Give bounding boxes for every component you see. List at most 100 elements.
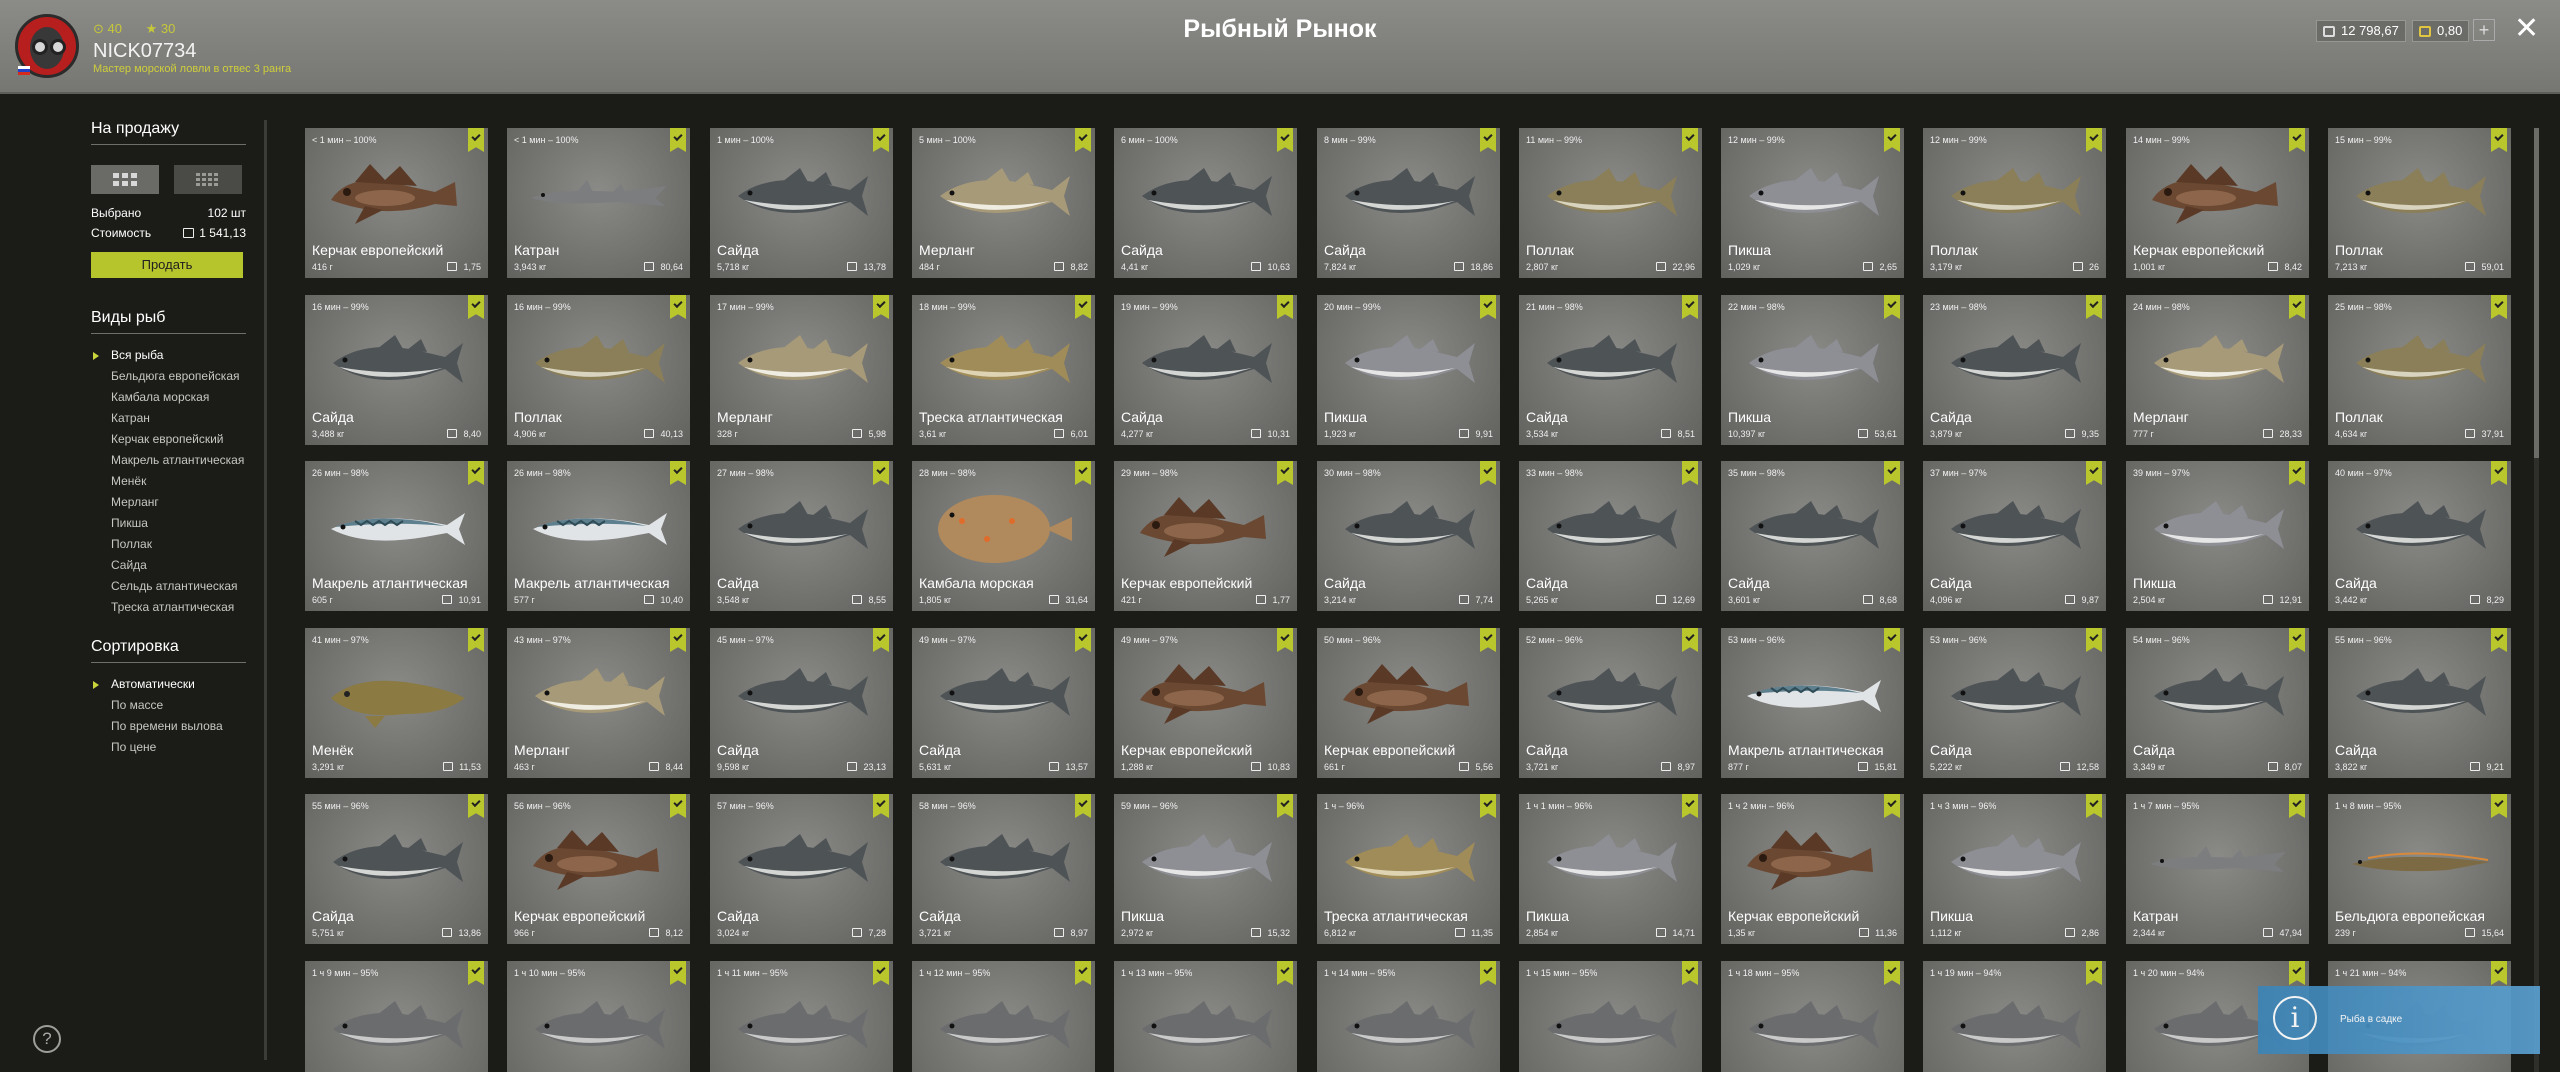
species-filter-item-4[interactable]: Керчак европейский bbox=[111, 433, 251, 446]
fish-card[interactable]: 6 мин – 100% Сайда 4,41 кг 10,63 bbox=[1114, 128, 1297, 278]
selected-checkmark-icon[interactable] bbox=[2491, 961, 2507, 985]
species-filter-item-0[interactable]: Вся рыба bbox=[93, 349, 251, 362]
fish-card[interactable]: 1 ч 11 мин – 95% bbox=[710, 961, 893, 1072]
large-grid-view-button[interactable] bbox=[91, 165, 159, 194]
selected-checkmark-icon[interactable] bbox=[670, 961, 686, 985]
selected-checkmark-icon[interactable] bbox=[1075, 295, 1091, 319]
selected-checkmark-icon[interactable] bbox=[1884, 295, 1900, 319]
fish-card[interactable]: 28 мин – 98% Камбала морская 1,805 кг 31… bbox=[912, 461, 1095, 611]
selected-checkmark-icon[interactable] bbox=[1480, 461, 1496, 485]
fish-card[interactable]: 1 ч 2 мин – 96% Керчак европейский 1,35 … bbox=[1721, 794, 1904, 944]
fish-card[interactable]: 33 мин – 98% Сайда 5,265 кг 12,69 bbox=[1519, 461, 1702, 611]
selected-checkmark-icon[interactable] bbox=[2289, 628, 2305, 652]
selected-checkmark-icon[interactable] bbox=[873, 461, 889, 485]
fish-card[interactable]: 1 ч 13 мин – 95% bbox=[1114, 961, 1297, 1072]
selected-checkmark-icon[interactable] bbox=[1277, 794, 1293, 818]
fish-card[interactable]: 29 мин – 98% Керчак европейский 421 г 1,… bbox=[1114, 461, 1297, 611]
fish-card[interactable]: 12 мин – 99% Поллак 3,179 кг 26 bbox=[1923, 128, 2106, 278]
fish-card[interactable]: 1 ч 8 мин – 95% Бельдюга европейская 239… bbox=[2328, 794, 2511, 944]
selected-checkmark-icon[interactable] bbox=[2491, 461, 2507, 485]
selected-checkmark-icon[interactable] bbox=[1682, 794, 1698, 818]
notification-toast[interactable]: i Рыба в садке bbox=[2258, 986, 2540, 1054]
help-icon[interactable]: ? bbox=[33, 1025, 61, 1053]
selected-checkmark-icon[interactable] bbox=[468, 295, 484, 319]
grid-scrollbar[interactable] bbox=[2534, 128, 2539, 1072]
selected-checkmark-icon[interactable] bbox=[1682, 461, 1698, 485]
selected-checkmark-icon[interactable] bbox=[670, 461, 686, 485]
selected-checkmark-icon[interactable] bbox=[2491, 628, 2507, 652]
fish-card[interactable]: 59 мин – 96% Пикша 2,972 кг 15,32 bbox=[1114, 794, 1297, 944]
fish-card[interactable]: 55 мин – 96% Сайда 5,751 кг 13,86 bbox=[305, 794, 488, 944]
fish-card[interactable]: 16 мин – 99% Сайда 3,488 кг 8,40 bbox=[305, 295, 488, 445]
fish-card[interactable]: 21 мин – 98% Сайда 3,534 кг 8,51 bbox=[1519, 295, 1702, 445]
fish-card[interactable]: 1 ч 18 мин – 95% bbox=[1721, 961, 1904, 1072]
selected-checkmark-icon[interactable] bbox=[1682, 128, 1698, 152]
selected-checkmark-icon[interactable] bbox=[2086, 794, 2102, 818]
selected-checkmark-icon[interactable] bbox=[468, 628, 484, 652]
selected-checkmark-icon[interactable] bbox=[2086, 461, 2102, 485]
selected-checkmark-icon[interactable] bbox=[1277, 961, 1293, 985]
selected-checkmark-icon[interactable] bbox=[1480, 794, 1496, 818]
fish-card[interactable]: 1 ч 9 мин – 95% bbox=[305, 961, 488, 1072]
species-filter-item-7[interactable]: Мерланг bbox=[111, 496, 251, 509]
fish-card[interactable]: 45 мин – 97% Сайда 9,598 кг 23,13 bbox=[710, 628, 893, 778]
fish-card[interactable]: 1 ч 10 мин – 95% bbox=[507, 961, 690, 1072]
fish-card[interactable]: 56 мин – 96% Керчак европейский 966 г 8,… bbox=[507, 794, 690, 944]
fish-card[interactable]: 55 мин – 96% Сайда 3,822 кг 9,21 bbox=[2328, 628, 2511, 778]
fish-card[interactable]: 22 мин – 98% Пикша 10,397 кг 53,61 bbox=[1721, 295, 1904, 445]
selected-checkmark-icon[interactable] bbox=[2491, 128, 2507, 152]
selected-checkmark-icon[interactable] bbox=[468, 961, 484, 985]
fish-card[interactable]: 15 мин – 99% Поллак 7,213 кг 59,01 bbox=[2328, 128, 2511, 278]
fish-card[interactable]: 53 мин – 96% Макрель атлантическая 877 г… bbox=[1721, 628, 1904, 778]
selected-checkmark-icon[interactable] bbox=[873, 128, 889, 152]
fish-card[interactable]: 12 мин – 99% Пикша 1,029 кг 2,65 bbox=[1721, 128, 1904, 278]
selected-checkmark-icon[interactable] bbox=[2289, 961, 2305, 985]
fish-card[interactable]: 26 мин – 98% Макрель атлантическая 577 г… bbox=[507, 461, 690, 611]
fish-card[interactable]: 35 мин – 98% Сайда 3,601 кг 8,68 bbox=[1721, 461, 1904, 611]
fish-card[interactable]: 20 мин – 99% Пикша 1,923 кг 9,91 bbox=[1317, 295, 1500, 445]
selected-checkmark-icon[interactable] bbox=[1480, 295, 1496, 319]
selected-checkmark-icon[interactable] bbox=[873, 628, 889, 652]
fish-card[interactable]: 1 ч 1 мин – 96% Пикша 2,854 кг 14,71 bbox=[1519, 794, 1702, 944]
selected-checkmark-icon[interactable] bbox=[2289, 295, 2305, 319]
fish-card[interactable]: 1 ч 14 мин – 95% bbox=[1317, 961, 1500, 1072]
species-filter-item-11[interactable]: Сельдь атлантическая bbox=[111, 580, 251, 593]
selected-checkmark-icon[interactable] bbox=[873, 961, 889, 985]
species-filter-item-9[interactable]: Поллак bbox=[111, 538, 251, 551]
close-button[interactable]: ✕ bbox=[2514, 14, 2539, 44]
fish-card[interactable]: 23 мин – 98% Сайда 3,879 кг 9,35 bbox=[1923, 295, 2106, 445]
fish-card[interactable]: 43 мин – 97% Мерланг 463 г 8,44 bbox=[507, 628, 690, 778]
selected-checkmark-icon[interactable] bbox=[873, 794, 889, 818]
selected-checkmark-icon[interactable] bbox=[670, 295, 686, 319]
selected-checkmark-icon[interactable] bbox=[1075, 794, 1091, 818]
species-filter-item-2[interactable]: Камбала морская bbox=[111, 391, 251, 404]
fish-card[interactable]: 37 мин – 97% Сайда 4,096 кг 9,87 bbox=[1923, 461, 2106, 611]
fish-card[interactable]: 27 мин – 98% Сайда 3,548 кг 8,55 bbox=[710, 461, 893, 611]
add-funds-button[interactable]: + bbox=[2473, 19, 2495, 41]
selected-checkmark-icon[interactable] bbox=[1682, 628, 1698, 652]
fish-card[interactable]: 1 ч 15 мин – 95% bbox=[1519, 961, 1702, 1072]
selected-checkmark-icon[interactable] bbox=[1884, 961, 1900, 985]
selected-checkmark-icon[interactable] bbox=[1480, 128, 1496, 152]
species-filter-item-8[interactable]: Пикша bbox=[111, 517, 251, 530]
fish-card[interactable]: 52 мин – 96% Сайда 3,721 кг 8,97 bbox=[1519, 628, 1702, 778]
selected-checkmark-icon[interactable] bbox=[468, 461, 484, 485]
fish-card[interactable]: 50 мин – 96% Керчак европейский 661 г 5,… bbox=[1317, 628, 1500, 778]
fish-card[interactable]: 1 ч 7 мин – 95% Катран 2,344 кг 47,94 bbox=[2126, 794, 2309, 944]
scrollbar-thumb[interactable] bbox=[2534, 128, 2539, 458]
selected-checkmark-icon[interactable] bbox=[2491, 295, 2507, 319]
selected-checkmark-icon[interactable] bbox=[1480, 628, 1496, 652]
fish-card[interactable]: 5 мин – 100% Мерланг 484 г 8,82 bbox=[912, 128, 1095, 278]
sort-option-0[interactable]: Автоматически bbox=[93, 678, 251, 691]
fish-card[interactable]: 1 ч – 96% Треска атлантическая 6,812 кг … bbox=[1317, 794, 1500, 944]
species-filter-item-5[interactable]: Макрель атлантическая bbox=[111, 454, 251, 467]
selected-checkmark-icon[interactable] bbox=[2086, 961, 2102, 985]
species-filter-item-12[interactable]: Треска атлантическая bbox=[111, 601, 251, 614]
fish-card[interactable]: 11 мин – 99% Поллак 2,807 кг 22,96 bbox=[1519, 128, 1702, 278]
fish-card[interactable]: 49 мин – 97% Керчак европейский 1,288 кг… bbox=[1114, 628, 1297, 778]
fish-card[interactable]: 18 мин – 99% Треска атлантическая 3,61 к… bbox=[912, 295, 1095, 445]
fish-card[interactable]: 39 мин – 97% Пикша 2,504 кг 12,91 bbox=[2126, 461, 2309, 611]
fish-card[interactable]: 26 мин – 98% Макрель атлантическая 605 г… bbox=[305, 461, 488, 611]
selected-checkmark-icon[interactable] bbox=[873, 295, 889, 319]
selected-checkmark-icon[interactable] bbox=[2289, 794, 2305, 818]
